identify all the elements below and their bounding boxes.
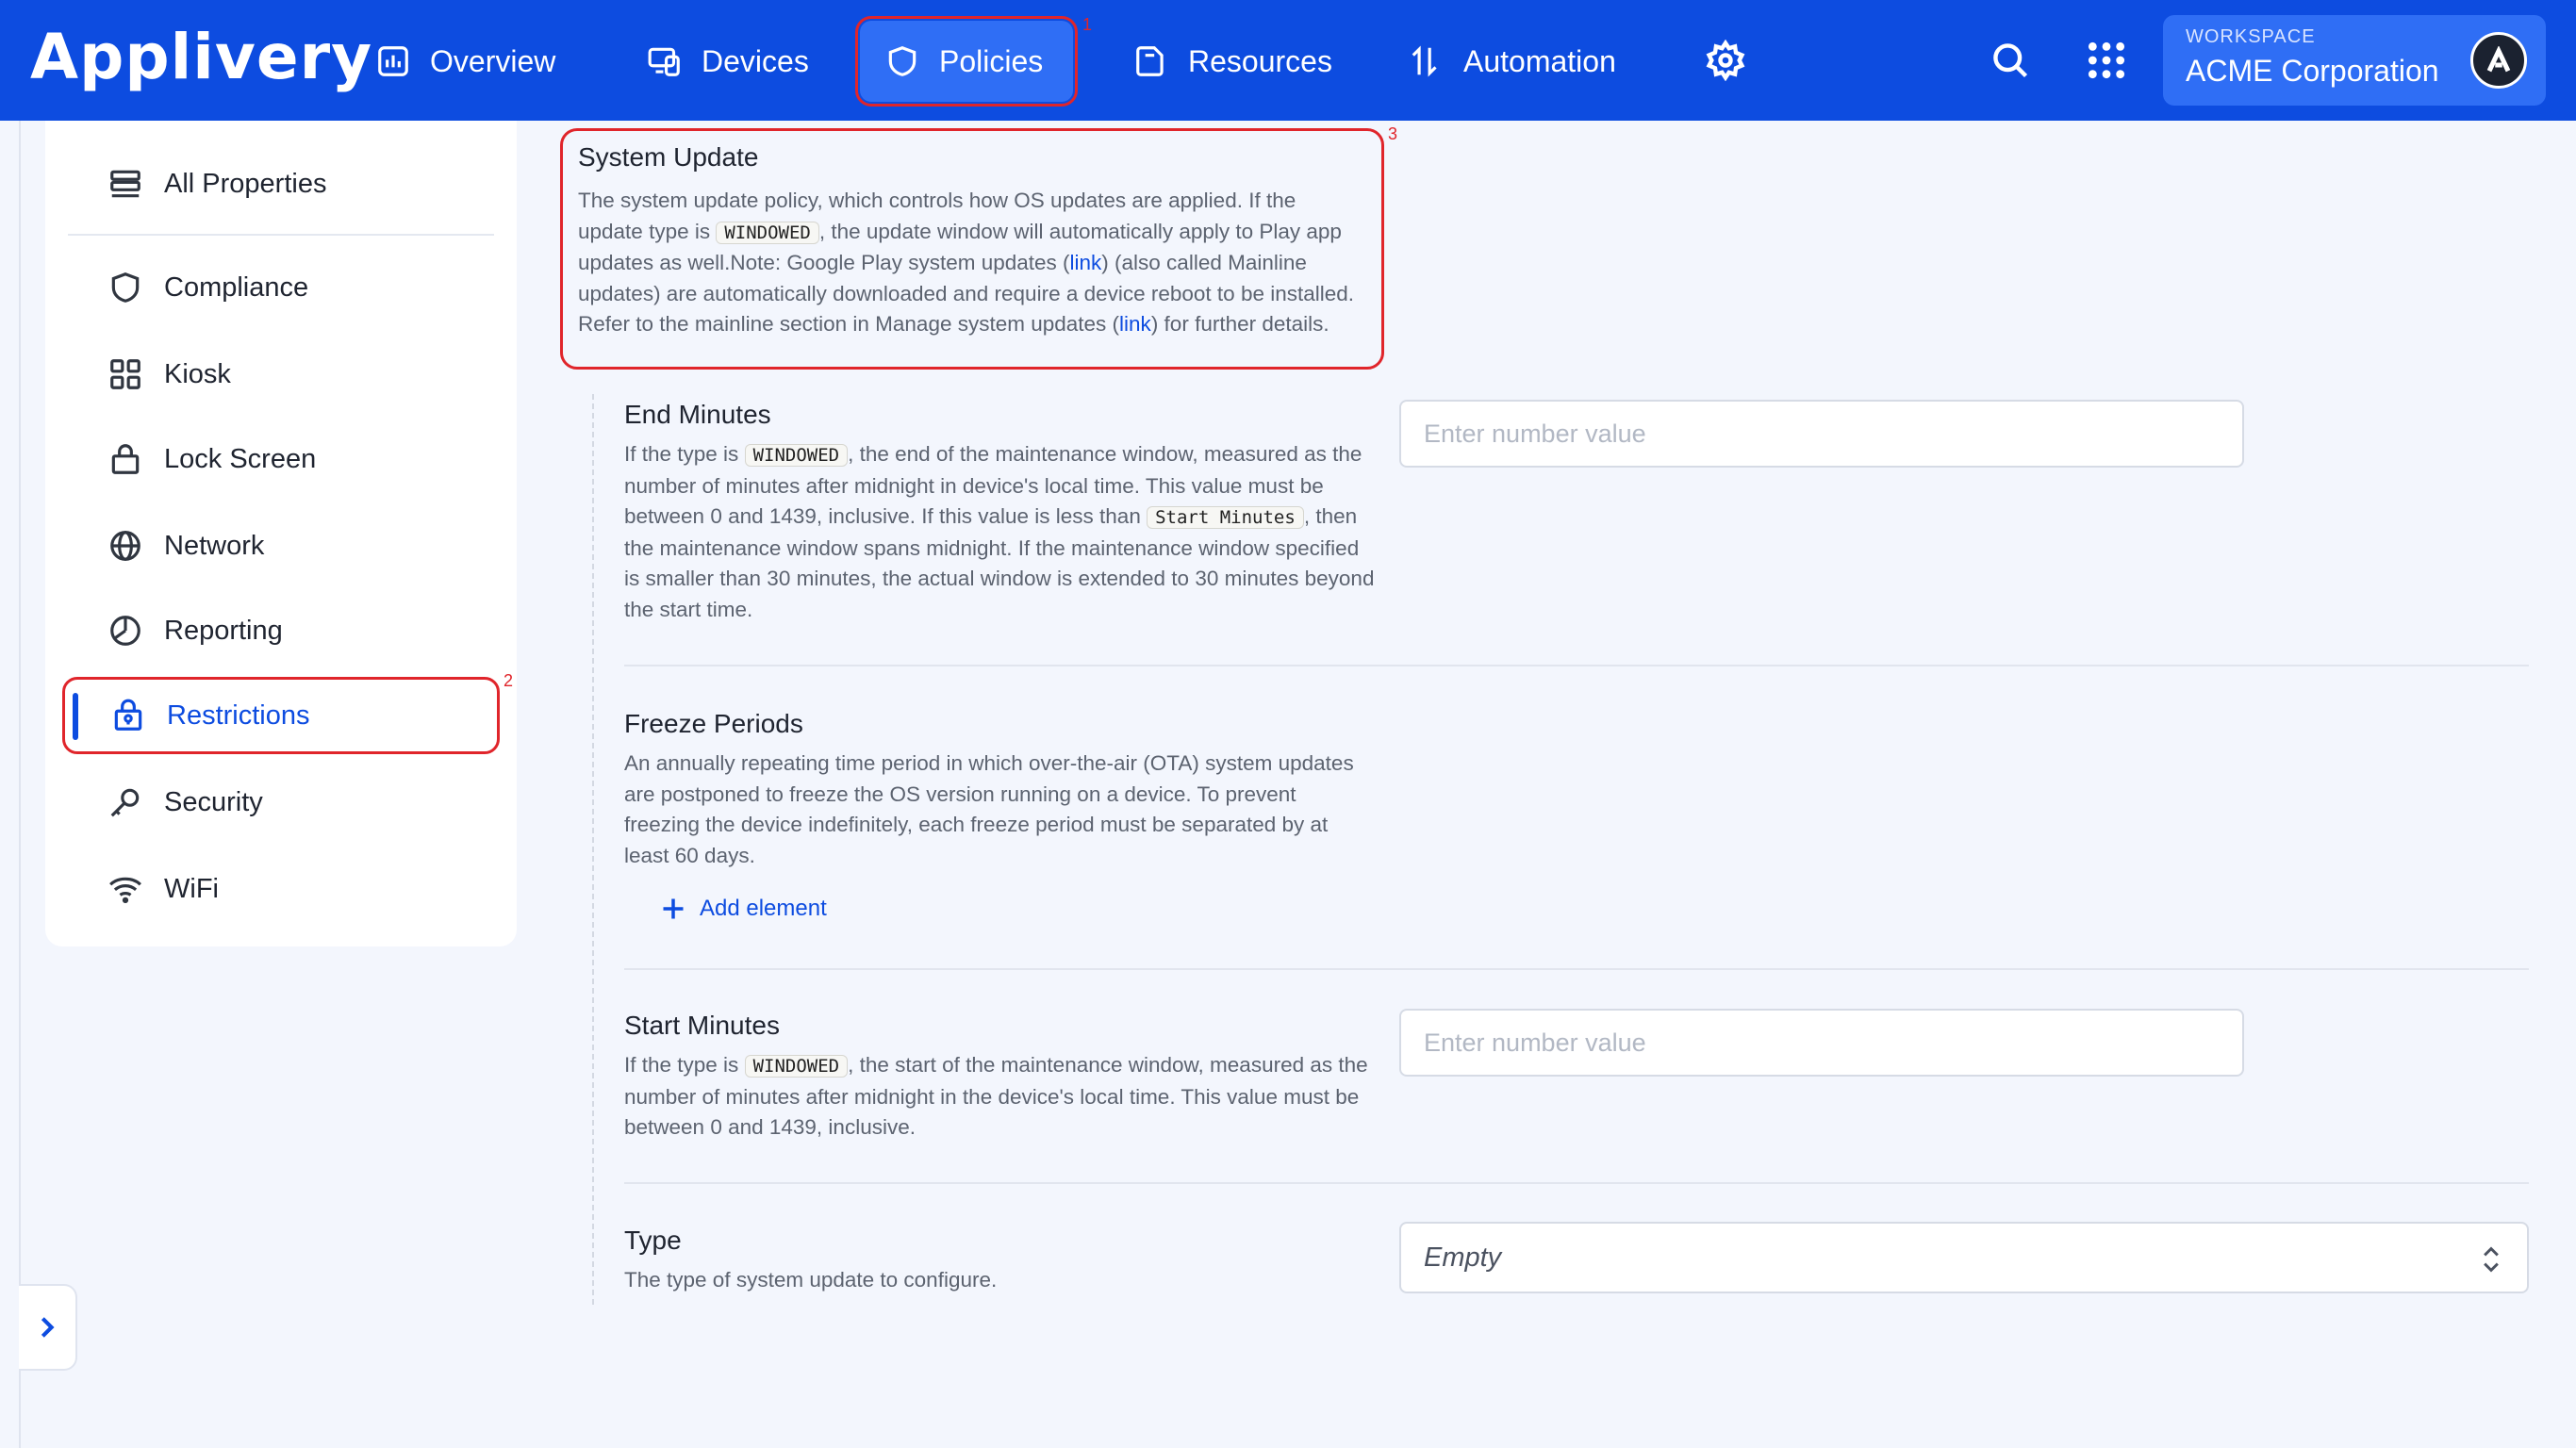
freeze-periods-title: Freeze Periods xyxy=(624,709,803,738)
start-minutes-input[interactable] xyxy=(1399,1009,2244,1077)
nav-policies[interactable]: Policies xyxy=(855,16,1078,107)
end-minutes-input[interactable] xyxy=(1399,400,2244,468)
devices-icon xyxy=(648,47,680,76)
type-description: The type of system update to configure. xyxy=(624,1268,998,1292)
row-divider xyxy=(624,1182,2529,1184)
sidebar-item-compliance[interactable]: Compliance xyxy=(62,249,496,326)
code-windowed: WINDOWED xyxy=(716,221,819,244)
nav-devices-label: Devices xyxy=(702,43,809,78)
nav-automation-label: Automation xyxy=(1463,43,1616,78)
chevron-up-down-icon xyxy=(2484,1246,2499,1273)
workspace-switcher[interactable]: WORKSPACE ACME Corporation xyxy=(2163,15,2546,106)
nav-resources[interactable]: Resources xyxy=(1109,21,1357,102)
apps-button[interactable] xyxy=(2080,34,2133,87)
manage-updates-link[interactable]: link xyxy=(1119,312,1151,336)
expand-sidebar-button[interactable] xyxy=(19,1284,77,1371)
apps-grid-icon xyxy=(2088,41,2125,79)
nav-policies-label: Policies xyxy=(939,43,1044,78)
code-windowed: WINDOWED xyxy=(744,1055,849,1078)
end-minutes-description: If the type is WINDOWED, the end of the … xyxy=(624,439,1375,625)
start-minutes-description: If the type is WINDOWED, the start of th… xyxy=(624,1050,1375,1144)
rail-divider xyxy=(19,121,21,1448)
system-update-title: System Update xyxy=(578,142,759,172)
code-start-minutes: Start Minutes xyxy=(1147,506,1304,529)
shield-icon xyxy=(888,46,916,76)
sidebar-item-label: WiFi xyxy=(164,873,219,904)
sidebar-item-wifi[interactable]: WiFi xyxy=(62,850,496,928)
add-element-button[interactable]: Add element xyxy=(660,896,827,922)
sidebar-item-label: Compliance xyxy=(164,272,309,303)
sidebar-item-label: Lock Screen xyxy=(164,443,317,474)
section-tree-line xyxy=(592,394,594,1305)
nav-devices[interactable]: Devices xyxy=(622,21,834,102)
globe-icon xyxy=(110,531,140,561)
sidebar-item-label: Kiosk xyxy=(164,358,231,389)
sidebar-item-kiosk[interactable]: Kiosk xyxy=(62,336,496,413)
automation-icon xyxy=(1412,45,1437,77)
wifi-icon xyxy=(109,877,141,904)
search-icon xyxy=(1993,43,2028,78)
row-divider xyxy=(624,968,2529,970)
type-select-value: Empty xyxy=(1424,1242,1502,1273)
sidebar-item-all-properties[interactable]: All Properties xyxy=(62,145,496,222)
sidebar-item-lock-screen[interactable]: Lock Screen xyxy=(62,420,496,498)
sidebar-item-label: All Properties xyxy=(164,168,327,199)
end-minutes-title: End Minutes xyxy=(624,400,771,429)
system-update-description: The system update policy, which controls… xyxy=(578,186,1366,340)
sidebar-item-label: Security xyxy=(164,786,263,817)
search-button[interactable] xyxy=(1984,34,2037,87)
freeze-periods-description: An annually repeating time period in whi… xyxy=(624,751,1354,867)
workspace-avatar[interactable] xyxy=(2470,32,2527,89)
sidebar-item-network[interactable]: Network xyxy=(62,507,496,584)
lock-icon xyxy=(111,444,140,474)
nav-overview-label: Overview xyxy=(430,43,556,78)
code-windowed: WINDOWED xyxy=(744,444,849,467)
bar-chart-icon xyxy=(378,46,408,76)
top-nav: Applivery Overview Devices Policies 1 Re… xyxy=(0,0,2576,121)
workspace-label: WORKSPACE xyxy=(2186,26,2316,47)
app-logo[interactable]: Applivery xyxy=(30,21,372,93)
sidebar-item-security[interactable]: Security xyxy=(62,764,496,841)
sidebar-divider xyxy=(68,234,494,236)
sidebar-item-label: Restrictions xyxy=(167,699,310,731)
sidebar-item-restrictions[interactable]: Restrictions xyxy=(62,677,500,754)
nav-overview[interactable]: Overview xyxy=(351,21,580,102)
sidebar-item-reporting[interactable]: Reporting xyxy=(62,592,496,669)
type-field: Type The type of system update to config… xyxy=(624,1226,1375,1296)
folder-icon xyxy=(1136,46,1164,76)
lock-badge-icon xyxy=(114,699,142,731)
desc-text: ) for further details. xyxy=(1150,312,1329,336)
system-update-section: System Update The system update policy, … xyxy=(560,128,1384,370)
chevron-right-icon xyxy=(41,1317,55,1338)
type-select[interactable]: Empty xyxy=(1399,1222,2529,1293)
key-icon xyxy=(110,788,140,817)
settings-button[interactable] xyxy=(1699,34,1752,87)
row-divider xyxy=(624,665,2529,666)
shield-icon xyxy=(111,272,140,303)
nav-automation[interactable]: Automation xyxy=(1384,21,1641,102)
nav-resources-label: Resources xyxy=(1188,43,1332,78)
gear-icon xyxy=(1706,40,1745,81)
pie-chart-icon xyxy=(110,616,140,646)
system-update-annotation-badge: 3 xyxy=(1388,124,1398,143)
freeze-periods-field: Freeze Periods An annually repeating tim… xyxy=(624,709,1375,871)
mainline-link[interactable]: link xyxy=(1070,251,1102,274)
sidebar-item-label: Network xyxy=(164,530,265,561)
desc-text: If the type is xyxy=(624,442,745,466)
list-icon xyxy=(110,170,140,198)
plus-icon xyxy=(663,898,684,919)
workspace-logo-icon xyxy=(2486,46,2511,73)
type-title: Type xyxy=(624,1226,682,1255)
add-element-label: Add element xyxy=(700,896,827,921)
policies-annotation-badge: 1 xyxy=(1082,15,1093,34)
start-minutes-field: Start Minutes If the type is WINDOWED, t… xyxy=(624,1011,1375,1144)
grid-icon xyxy=(110,359,140,389)
start-minutes-title: Start Minutes xyxy=(624,1011,780,1040)
end-minutes-field: End Minutes If the type is WINDOWED, the… xyxy=(624,400,1375,625)
desc-text: If the type is xyxy=(624,1053,745,1077)
restrictions-annotation-badge: 2 xyxy=(504,671,514,690)
sidebar-item-label: Reporting xyxy=(164,615,283,646)
